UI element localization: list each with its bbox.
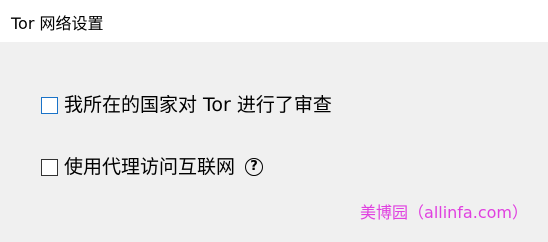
tor-network-settings-window: Tor 网络设置 我所在的国家对 Tor 进行了审查 使用代理访问互联网 ? 美… [0,0,548,242]
window-title: Tor 网络设置 [11,14,104,33]
watermark-text: 美博园（allinfa.com） [360,203,528,222]
use-proxy-label: 使用代理访问互联网 [64,156,236,178]
censored-country-label: 我所在的国家对 Tor 进行了审查 [64,94,332,116]
title-bar: Tor 网络设置 [0,0,548,42]
use-proxy-option[interactable]: 使用代理访问互联网 ? [41,155,264,179]
censored-country-option[interactable]: 我所在的国家对 Tor 进行了审查 [41,93,332,117]
help-icon[interactable]: ? [245,158,264,176]
censored-country-checkbox[interactable] [41,96,58,114]
use-proxy-checkbox[interactable] [41,158,58,176]
